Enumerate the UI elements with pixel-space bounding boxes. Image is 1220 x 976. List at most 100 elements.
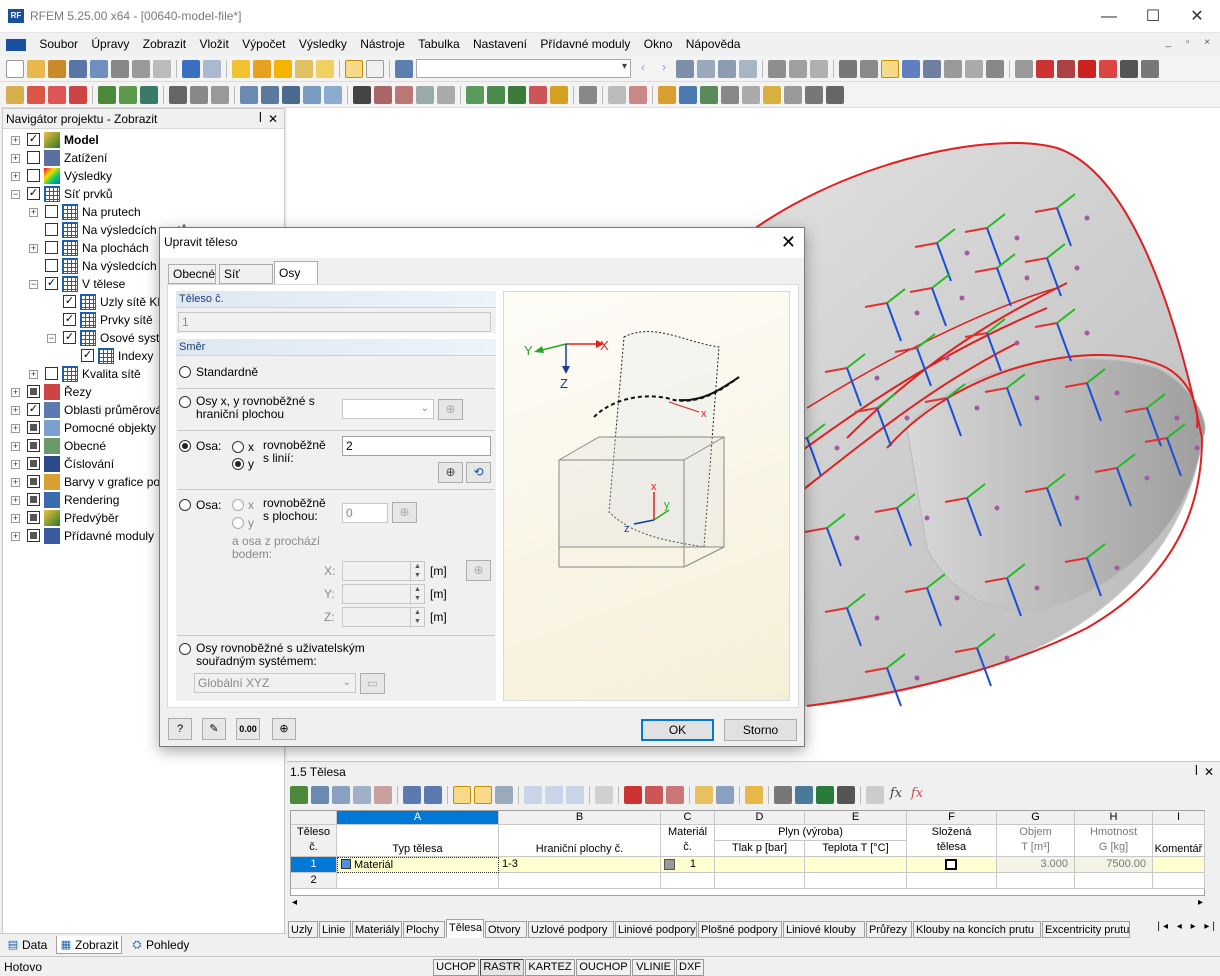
pick-surface-icon[interactable]: ⊕ <box>438 399 463 420</box>
table-pin-icon[interactable]: ꟾ <box>1195 762 1198 782</box>
col-letter-g[interactable]: G <box>997 811 1075 825</box>
cell-composite[interactable] <box>907 857 997 873</box>
pick-line-icon[interactable]: ⊕ <box>438 462 463 483</box>
nav-item[interactable]: + ✓ Model <box>3 131 284 149</box>
nav-checkbox[interactable]: ✓ <box>63 331 76 344</box>
printout-report-icon[interactable] <box>153 59 171 78</box>
coord-y-spinner[interactable]: ▲ ▼ <box>410 585 424 605</box>
redo-icon[interactable] <box>203 59 221 78</box>
edit-icon[interactable] <box>232 59 250 78</box>
tab-sit-prvku[interactable]: Síť prvků <box>219 264 273 300</box>
radio-parallel-surface[interactable] <box>179 396 191 408</box>
view-zoom-icon[interactable] <box>944 59 962 78</box>
radio-axis-line-x[interactable] <box>232 441 244 453</box>
find-icon[interactable] <box>253 59 271 78</box>
view-move-icon[interactable] <box>902 59 920 78</box>
table-model-icon[interactable] <box>795 786 813 804</box>
hinge-icon[interactable] <box>190 85 208 104</box>
close-icon[interactable]: ✕ <box>1174 0 1220 33</box>
menu-zobrazit[interactable]: Zobrazit <box>138 33 191 55</box>
cell-type-2[interactable] <box>337 873 499 889</box>
menu-nastroje[interactable]: Nástroje <box>355 33 410 55</box>
comment-icon[interactable] <box>629 85 647 104</box>
nav-checkbox[interactable]: ✓ <box>27 403 40 416</box>
expand-icon[interactable]: + <box>11 442 20 451</box>
col-letter-c[interactable]: C <box>661 811 715 825</box>
table-cut-icon[interactable] <box>645 786 663 804</box>
expand-icon[interactable]: + <box>11 154 20 163</box>
nav-checkbox[interactable]: ✓ <box>27 133 40 146</box>
print-graphic-icon[interactable] <box>132 59 150 78</box>
tab-osy[interactable]: Osy <box>274 261 318 285</box>
expand-icon[interactable]: + <box>11 406 20 415</box>
menu-pridavne-moduly[interactable]: Přídavné moduly <box>535 33 635 55</box>
set-of-members-icon[interactable] <box>119 85 137 104</box>
nav-item[interactable]: + Výsledky <box>3 167 284 185</box>
clip-icon[interactable] <box>1057 59 1075 78</box>
menu-tabulka[interactable]: Tabulka <box>413 33 464 55</box>
excel-icon[interactable] <box>816 786 834 804</box>
member-icon[interactable] <box>98 85 116 104</box>
undo-icon[interactable] <box>182 59 200 78</box>
tab-data[interactable]: ▤ Data <box>4 936 48 954</box>
table-note-icon[interactable] <box>745 786 763 804</box>
cell-temp-2[interactable] <box>805 873 907 889</box>
coord-z-input[interactable]: ▲ ▼ <box>342 607 425 628</box>
table-mark-icon[interactable] <box>666 786 684 804</box>
open-project-icon[interactable] <box>48 59 66 78</box>
workplane-icon[interactable] <box>763 85 781 104</box>
expand-icon[interactable]: + <box>11 496 20 505</box>
pick-object-icon[interactable]: ⊕ <box>272 718 296 740</box>
expand-icon[interactable]: + <box>11 136 20 145</box>
expand-icon[interactable]: + <box>29 370 38 379</box>
coord-x-spinner[interactable]: ▲ ▼ <box>410 562 424 582</box>
boundary-surface-select[interactable]: ⌄ <box>342 399 434 419</box>
cell-material-2[interactable] <box>661 873 715 889</box>
rotate-icon[interactable] <box>416 85 434 104</box>
solid-load-icon[interactable] <box>303 85 321 104</box>
table-tab[interactable]: Materiály <box>352 921 402 938</box>
radio-axis-line[interactable] <box>179 440 191 452</box>
cancel-button[interactable]: Storno <box>724 719 797 741</box>
table-tab[interactable]: Plošné podpory <box>698 921 782 938</box>
pick-surface-2-icon[interactable]: ⊕ <box>392 502 417 523</box>
table-edit-icon[interactable] <box>290 786 308 804</box>
table-tab[interactable]: Klouby na koncích prutu <box>913 921 1041 938</box>
view-fit-icon[interactable] <box>965 59 983 78</box>
tab-zobrazit[interactable]: ▦ Zobrazit <box>56 936 122 954</box>
table-tab[interactable]: Linie <box>319 921 351 938</box>
minimize-icon[interactable]: — <box>1086 0 1132 33</box>
cell-material[interactable]: 1 <box>661 857 715 873</box>
nav-checkbox[interactable] <box>45 241 58 254</box>
nav-checkbox[interactable] <box>27 421 40 434</box>
coord-y-input[interactable]: ▲ ▼ <box>342 584 425 605</box>
scale-icon[interactable] <box>789 59 807 78</box>
nav-checkbox[interactable] <box>45 367 58 380</box>
radio-axis-line-y[interactable] <box>232 458 244 470</box>
mesh-icon[interactable] <box>839 59 857 78</box>
support-icon[interactable] <box>169 85 187 104</box>
collapse-icon[interactable]: − <box>47 334 56 343</box>
menu-okno[interactable]: Okno <box>639 33 678 55</box>
row-number-2[interactable]: 2 <box>291 873 337 889</box>
nav-checkbox[interactable] <box>45 259 58 272</box>
next-icon[interactable]: › <box>655 60 673 78</box>
nav-checkbox[interactable] <box>27 385 40 398</box>
cell-comment[interactable] <box>1153 857 1205 873</box>
table-select-icon[interactable] <box>474 786 492 804</box>
nav-item[interactable]: + Zatížení <box>3 149 284 167</box>
table-tab[interactable]: Průřezy <box>866 921 912 938</box>
radio-user-cs[interactable] <box>179 643 191 655</box>
col-letter-e[interactable]: E <box>805 811 907 825</box>
table-tab[interactable]: Uzlové podpory <box>528 921 614 938</box>
cell-composite-2[interactable] <box>907 873 997 889</box>
table-columns-icon[interactable] <box>716 786 734 804</box>
copy-icon[interactable] <box>374 85 392 104</box>
load-case-icon[interactable] <box>395 59 413 78</box>
free-load-icon[interactable] <box>324 85 342 104</box>
nav-checkbox[interactable] <box>45 223 58 236</box>
nav-item[interactable]: + Na prutech <box>3 203 284 221</box>
print-icon[interactable] <box>111 59 129 78</box>
menu-napoveda[interactable]: Nápověda <box>681 33 746 55</box>
radio-standard[interactable] <box>179 366 191 378</box>
